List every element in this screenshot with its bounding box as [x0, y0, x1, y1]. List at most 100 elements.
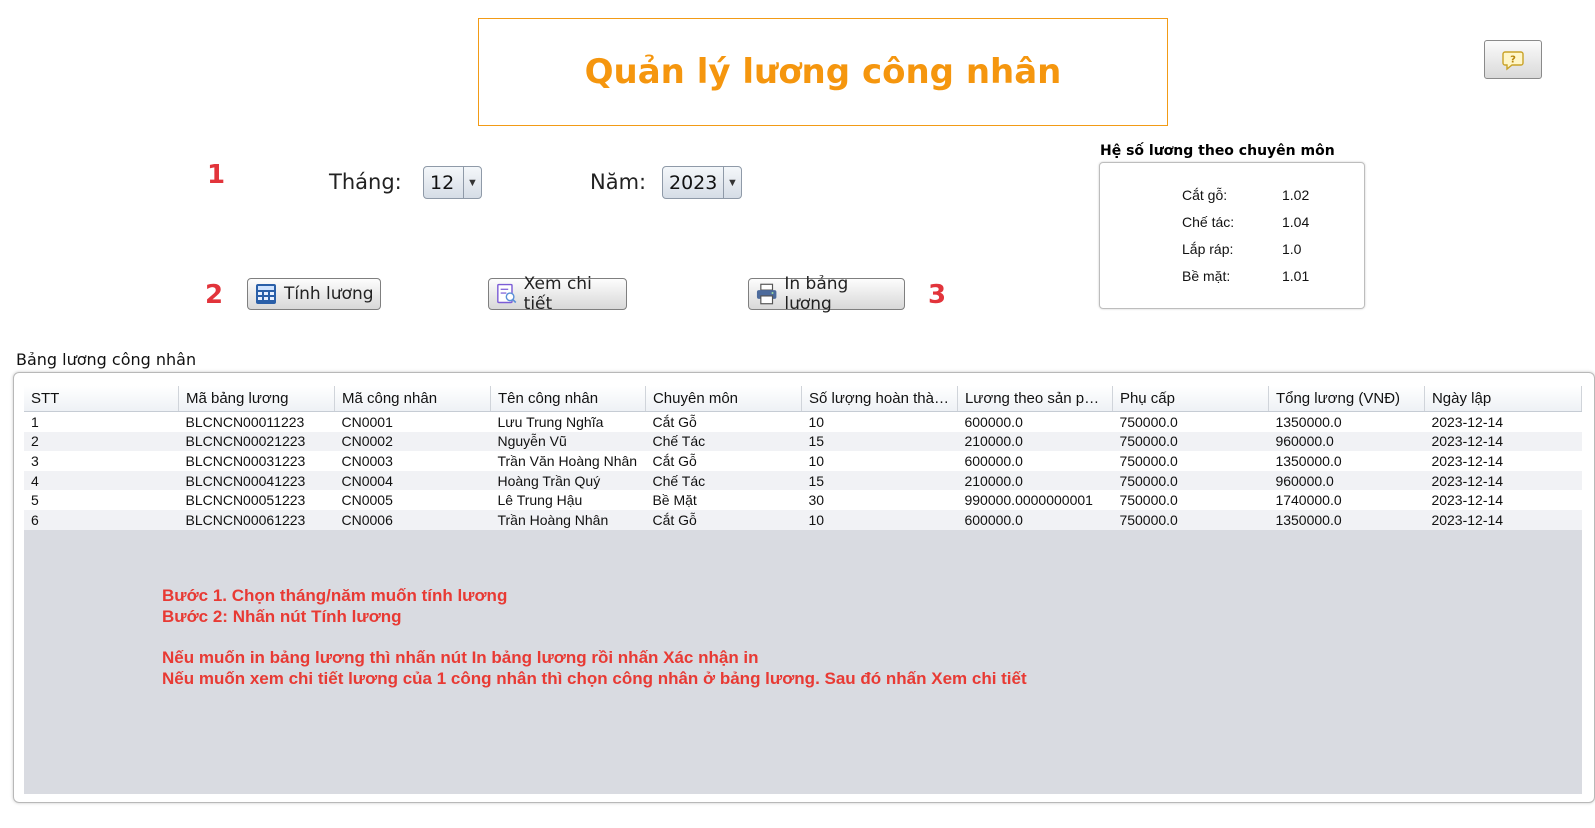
table-row[interactable]: 5 BLCNCN00051223 CN0005 Lê Trung Hậu Bề Mặt 3…: [24, 490, 1582, 510]
table-cell: 1: [24, 411, 179, 432]
year-value: 2023: [669, 171, 718, 194]
step-number-2: 2: [205, 280, 224, 310]
help-button[interactable]: ?: [1484, 40, 1542, 79]
table-cell: 750000.0: [1112, 431, 1269, 452]
table-cell: Cắt Gỗ: [645, 451, 802, 471]
coefficient-value: 1.01: [1282, 268, 1310, 284]
payroll-table: STT Mã bảng lương Mã công nhân Tên công …: [24, 386, 1583, 530]
table-cell: 2023-12-14: [1424, 509, 1582, 530]
table-cell: CN0003: [334, 451, 491, 471]
table-cell: CN0005: [334, 490, 491, 510]
column-header-product-salary[interactable]: Lương theo sản phẩ...: [957, 386, 1113, 412]
table-cell: 10: [801, 509, 958, 530]
table-cell: 15: [801, 470, 958, 491]
table-cell: 210000.0: [957, 431, 1113, 452]
print-payroll-button[interactable]: In bảng lương: [748, 274, 905, 314]
column-header-created-date[interactable]: Ngày lập: [1424, 386, 1583, 412]
table-cell: Cắt Gỗ: [645, 411, 802, 432]
table-cell: 600000.0: [957, 411, 1113, 432]
table-row[interactable]: 4 BLCNCN00041223 CN0004 Hoàng Trần Quý Chế T…: [24, 470, 1582, 491]
month-value: 12: [430, 171, 455, 194]
table-cell: 2023-12-14: [1424, 490, 1582, 510]
table-cell: 3: [24, 451, 179, 471]
table-cell: CN0006: [334, 509, 491, 530]
chevron-down-icon: ▼: [463, 167, 481, 198]
table-cell: 6: [24, 509, 179, 530]
table-cell: 2023-12-14: [1424, 431, 1582, 452]
coefficient-row-cut-wood: Cắt gỗ: 1.02: [1182, 187, 1309, 203]
calculator-icon: [256, 284, 276, 304]
column-header-worker-name[interactable]: Tên công nhân: [490, 386, 646, 412]
payroll-table-label: Bảng lương công nhân: [16, 350, 197, 369]
table-cell: 1350000.0: [1268, 451, 1425, 471]
table-cell: 600000.0: [957, 451, 1113, 471]
coefficient-value: 1.0: [1282, 241, 1302, 257]
svg-text:?: ?: [1510, 54, 1516, 65]
table-cell: CN0001: [334, 411, 491, 432]
table-cell: 750000.0: [1112, 451, 1269, 471]
instructions: Bước 1. Chọn tháng/năm muốn tính lương B…: [162, 585, 1027, 689]
page-title: Quản lý lương công nhân: [584, 52, 1062, 92]
table-cell: BLCNCN00011223: [178, 411, 335, 432]
column-header-worker-id[interactable]: Mã công nhân: [334, 386, 491, 412]
table-cell: BLCNCN00021223: [178, 431, 335, 452]
table-cell: 210000.0: [957, 470, 1113, 491]
calculate-salary-label: Tính lương: [284, 284, 374, 304]
table-cell: Chế Tác: [645, 470, 802, 491]
instruction-line: Bước 1. Chọn tháng/năm muốn tính lương: [162, 586, 508, 605]
step-number-1: 1: [207, 160, 226, 190]
table-cell: 1740000.0: [1268, 490, 1425, 510]
table-cell: BLCNCN00041223: [178, 470, 335, 491]
table-cell: 10: [801, 451, 958, 471]
table-cell: BLCNCN00051223: [178, 490, 335, 510]
column-header-payroll-id[interactable]: Mã bảng lương: [178, 386, 335, 412]
table-row[interactable]: 2 BLCNCN00021223 CN0002 Nguyễn Vũ Chế Tác 15 2…: [24, 431, 1582, 452]
table-cell: 750000.0: [1112, 411, 1269, 432]
column-header-allowance[interactable]: Phụ cấp: [1112, 386, 1269, 412]
table-cell: Nguyễn Vũ: [490, 431, 646, 452]
coefficient-label: Chế tác:: [1182, 214, 1235, 230]
table-cell: Hoàng Trần Quý: [490, 470, 646, 491]
table-cell: 990000.0000000001: [957, 490, 1113, 510]
table-cell: 960000.0: [1268, 431, 1425, 452]
calculate-salary-button[interactable]: Tính lương: [247, 278, 381, 310]
column-header-specialty[interactable]: Chuyên môn: [645, 386, 802, 412]
title-box: Quản lý lương công nhân: [478, 18, 1168, 126]
step-number-3: 3: [928, 280, 947, 310]
table-cell: 1350000.0: [1268, 509, 1425, 530]
table-cell: BLCNCN00061223: [178, 509, 335, 530]
table-cell: 2: [24, 431, 179, 452]
table-cell: 4: [24, 470, 179, 491]
coefficient-value: 1.02: [1282, 187, 1310, 203]
printer-icon: [756, 283, 777, 305]
table-cell: 2023-12-14: [1424, 411, 1582, 432]
print-payroll-label: In bảng lương: [784, 274, 849, 314]
view-detail-label: Xem chi tiết: [523, 274, 592, 314]
table-cell: 1350000.0: [1268, 411, 1425, 432]
coefficient-label: Cắt gỗ:: [1182, 187, 1228, 203]
table-cell: Lưu Trung Nghĩa: [490, 411, 646, 432]
table-cell: 30: [801, 490, 958, 510]
table-cell: 750000.0: [1112, 490, 1269, 510]
table-cell: Cắt Gỗ: [645, 509, 802, 530]
table-cell: Trần Văn Hoàng Nhân: [490, 451, 646, 471]
view-detail-button[interactable]: Xem chi tiết: [488, 274, 627, 314]
instruction-line: Nếu muốn in bảng lương thì nhấn nút In b…: [162, 648, 759, 667]
column-header-stt[interactable]: STT: [24, 386, 179, 412]
month-select[interactable]: 12 ▼: [423, 166, 482, 199]
table-cell: CN0004: [334, 470, 491, 491]
table-cell: BLCNCN00031223: [178, 451, 335, 471]
coefficient-value: 1.04: [1282, 214, 1310, 230]
table-row[interactable]: 6 BLCNCN00061223 CN0006 Trần Hoàng Nhân Cắt …: [24, 509, 1582, 530]
table-row[interactable]: 1 BLCNCN00011223 CN0001 Lưu Trung Nghĩa Cắt …: [24, 411, 1582, 432]
coefficient-label: Bề mặt:: [1182, 268, 1231, 284]
coefficient-row-assembly: Lắp ráp: 1.0: [1182, 241, 1301, 257]
column-header-total-salary[interactable]: Tổng lương (VNĐ): [1268, 386, 1425, 412]
help-chat-icon: ?: [1502, 50, 1524, 70]
table-cell: 750000.0: [1112, 470, 1269, 491]
coefficient-row-surface: Bề mặt: 1.01: [1182, 268, 1309, 284]
year-select[interactable]: 2023 ▼: [662, 166, 742, 199]
column-header-completed-qty[interactable]: Số lượng hoàn thành: [801, 386, 958, 412]
coefficient-panel: Cắt gỗ: 1.02 Chế tác: 1.04 Lắp ráp: 1.0 Bề …: [1099, 162, 1365, 309]
table-row[interactable]: 3 BLCNCN00031223 CN0003 Trần Văn Hoàng Nhân…: [24, 451, 1582, 471]
